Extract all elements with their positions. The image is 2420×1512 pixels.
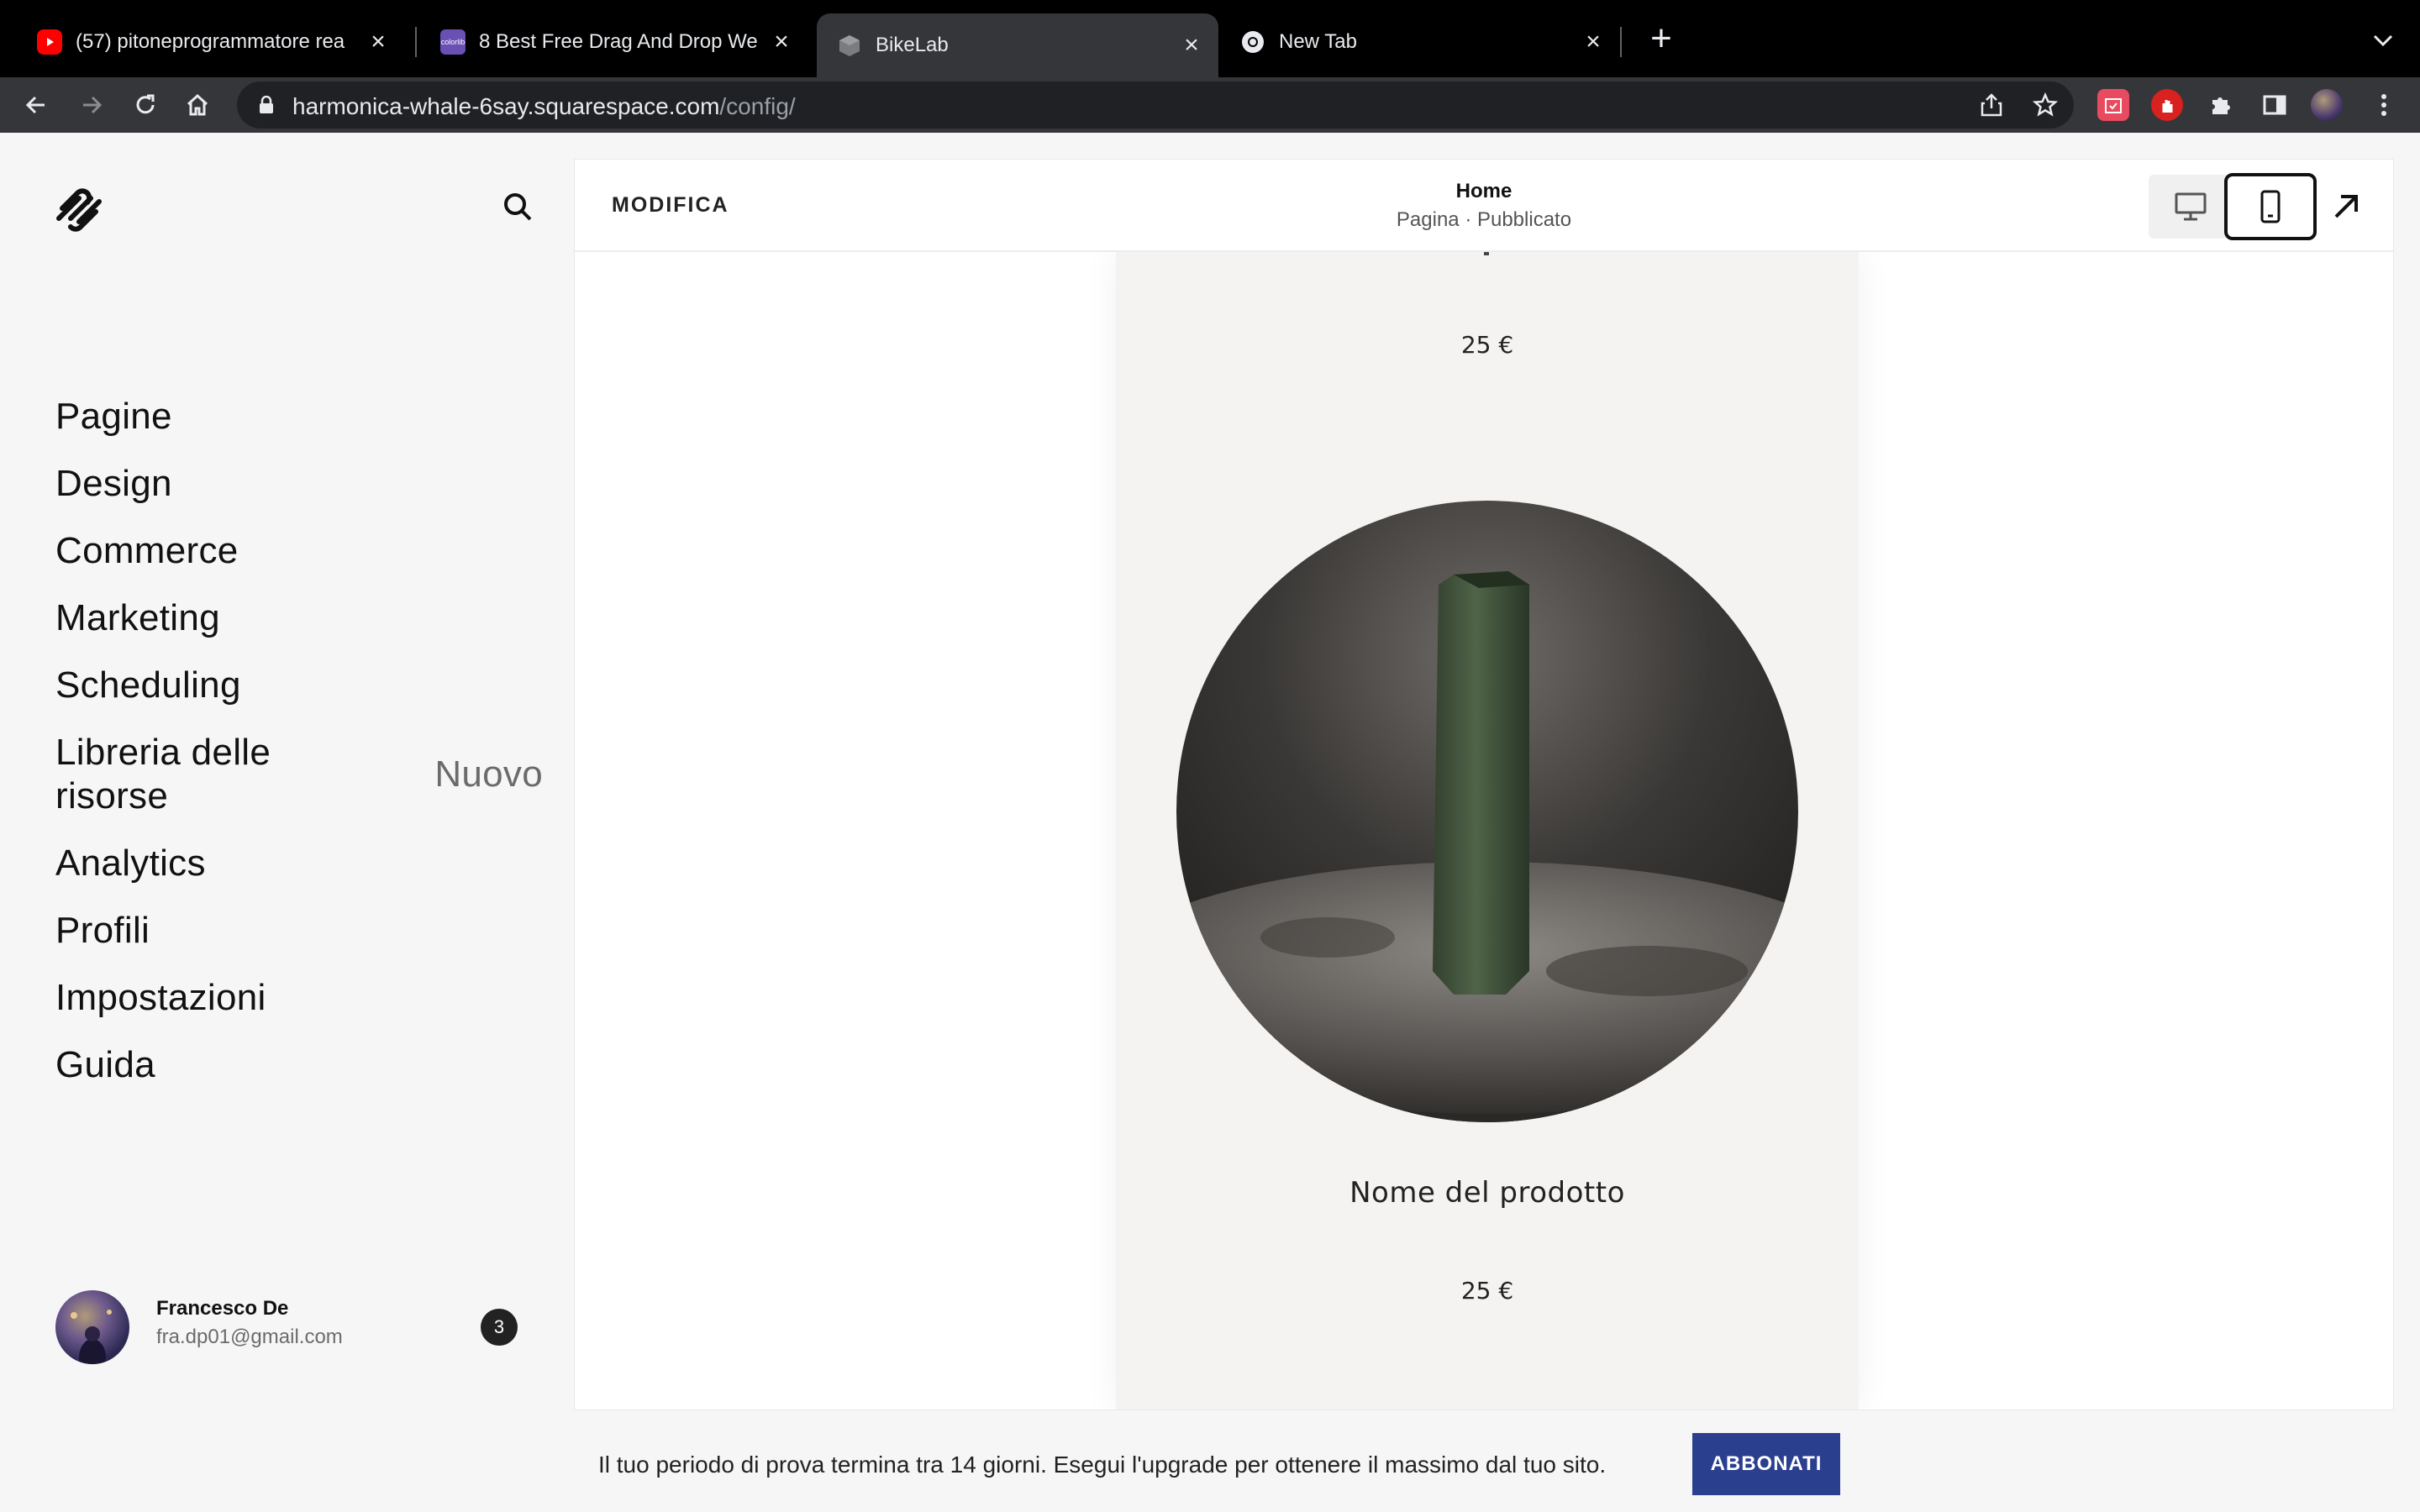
device-view-toggle [2149, 173, 2317, 240]
nav-item-guida[interactable]: Guida [55, 1043, 543, 1087]
tab-title: New Tab [1279, 30, 1357, 53]
user-email: fra.dp01@gmail.com [156, 1326, 343, 1348]
nav-label: Libreria delle risorse [55, 732, 271, 816]
squarespace-app: Pagine Design Commerce Marketing Schedul… [0, 133, 2420, 1512]
squarespace-logo-icon[interactable] [54, 185, 104, 235]
colorlib-icon: colorlib [440, 29, 466, 55]
mobile-view-icon[interactable] [2224, 173, 2317, 240]
product-name[interactable]: Nome del prodotto [1116, 1176, 1859, 1210]
close-icon[interactable]: × [361, 25, 395, 59]
address-bar[interactable]: harmonica-whale-6say.squarespace.com/con… [237, 81, 2074, 129]
tab-title: BikeLab [876, 34, 949, 56]
open-external-arrow-icon[interactable] [2329, 190, 2363, 223]
page-title: Home [1455, 180, 1512, 202]
tab-separator [1620, 27, 1622, 57]
search-icon[interactable] [501, 190, 538, 227]
nav-label: Guida [55, 1044, 155, 1085]
nav-label: Design [55, 463, 172, 504]
subscribe-button[interactable]: ABBONATI [1692, 1433, 1840, 1495]
chrome-icon [1240, 29, 1265, 55]
side-panel-icon[interactable] [2259, 89, 2291, 121]
extension-hand-icon[interactable] [2151, 89, 2183, 121]
editor-frame: MODIFICA Home Pagina · Pubblicato 25 € N… [575, 160, 2393, 1410]
nav-label: Commerce [55, 530, 239, 571]
nav-label: Impostazioni [55, 977, 266, 1018]
notification-count-badge[interactable]: 3 [481, 1309, 518, 1346]
desktop-view-icon[interactable] [2160, 186, 2221, 227]
browser-tab-bar: (57) pitoneprogrammatore rea × colorlib … [0, 0, 2420, 77]
reload-icon[interactable] [128, 87, 163, 123]
tab-title: 8 Best Free Drag And Drop We [479, 30, 758, 53]
browser-toolbar: harmonica-whale-6say.squarespace.com/con… [0, 77, 2420, 133]
editor-canvas: 25 € Nome del prodotto 25 € [575, 247, 2393, 1410]
tab-colorlib[interactable]: colorlib 8 Best Free Drag And Drop We × [420, 15, 808, 69]
user-name: Francesco De [156, 1297, 289, 1320]
nav-item-design[interactable]: Design [55, 462, 543, 506]
url-text: harmonica-whale-6say.squarespace.com/con… [292, 93, 796, 120]
close-icon[interactable]: × [1576, 25, 1610, 59]
nav-item-impostazioni[interactable]: Impostazioni [55, 976, 543, 1020]
nav-item-commerce[interactable]: Commerce [55, 529, 543, 573]
page-status: Pagina · Pubblicato [1396, 208, 1572, 231]
share-icon[interactable] [1976, 90, 2007, 120]
forward-arrow-icon[interactable] [74, 87, 109, 123]
nav-item-libreria-risorse[interactable]: Libreria delle risorse Nuovo [55, 731, 543, 818]
tab-separator [415, 27, 417, 57]
close-icon[interactable]: × [765, 25, 798, 59]
new-tab-button[interactable]: + [1643, 20, 1680, 59]
product-image[interactable] [1176, 501, 1798, 1122]
tab-youtube[interactable]: (57) pitoneprogrammatore rea × [17, 15, 405, 69]
sidebar: Pagine Design Commerce Marketing Schedul… [0, 133, 575, 1512]
nav-label: Profili [55, 910, 150, 951]
nav-item-pagine[interactable]: Pagine [55, 395, 543, 438]
nav-label: Marketing [55, 597, 220, 638]
profile-avatar[interactable] [2311, 89, 2343, 121]
nav-item-analytics[interactable]: Analytics [55, 842, 543, 885]
tab-search-chevron-icon[interactable] [2368, 25, 2398, 55]
lock-icon[interactable] [259, 95, 274, 118]
nav-item-marketing[interactable]: Marketing [55, 596, 543, 640]
trial-banner: Il tuo periodo di prova termina tra 14 g… [575, 1418, 2393, 1512]
sidebar-nav: Pagine Design Commerce Marketing Schedul… [55, 395, 543, 1110]
mobile-preview[interactable]: 25 € Nome del prodotto 25 € [1116, 247, 1859, 1410]
nav-label: Scheduling [55, 664, 241, 706]
user-account[interactable]: Francesco De fra.dp01@gmail.com 3 [55, 1290, 543, 1366]
avatar[interactable] [55, 1290, 129, 1364]
url-host: harmonica-whale-6say.squarespace.com [292, 93, 720, 119]
tab-new-tab[interactable]: New Tab × [1220, 15, 1620, 69]
editor-header: MODIFICA Home Pagina · Pubblicato [575, 160, 2393, 252]
url-path: /config/ [719, 93, 796, 119]
new-badge: Nuovo [434, 753, 543, 795]
home-icon[interactable] [180, 87, 215, 123]
bookmark-star-icon[interactable] [2030, 90, 2060, 120]
youtube-icon [37, 29, 62, 55]
extensions-puzzle-icon[interactable] [2205, 89, 2237, 121]
trial-message: Il tuo periodo di prova termina tra 14 g… [598, 1452, 1607, 1478]
nav-label: Analytics [55, 843, 206, 884]
extension-calendar-icon[interactable] [2097, 89, 2129, 121]
cube-icon [837, 33, 862, 58]
back-arrow-icon[interactable] [18, 87, 54, 123]
tab-title: (57) pitoneprogrammatore rea [76, 30, 345, 53]
product-price: 25 € [1460, 1277, 1514, 1305]
close-icon[interactable]: × [1175, 29, 1208, 62]
tab-bikelab[interactable]: BikeLab × [817, 13, 1218, 77]
product-price: 25 € [1460, 331, 1514, 359]
nav-item-profili[interactable]: Profili [55, 909, 543, 953]
nav-item-scheduling[interactable]: Scheduling [55, 664, 543, 707]
more-vert-icon[interactable] [2368, 89, 2400, 121]
nav-label: Pagine [55, 396, 172, 437]
